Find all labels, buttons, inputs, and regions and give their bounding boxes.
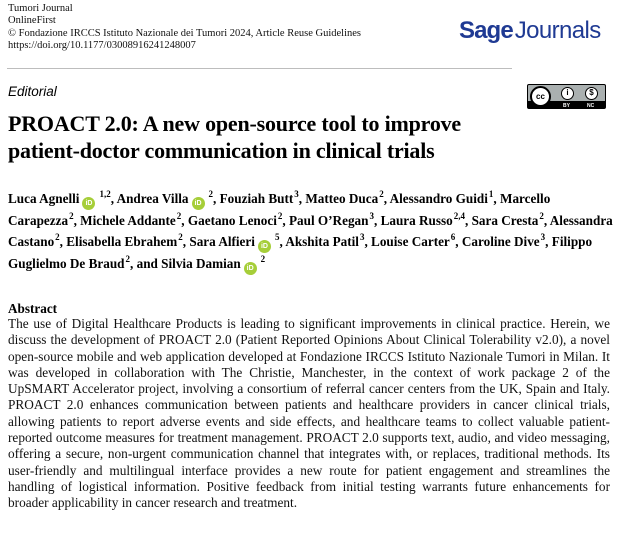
author-name[interactable]: Sara Alfieri — [189, 234, 255, 249]
author[interactable]: Louise Carter6 — [371, 232, 456, 249]
affiliation-number[interactable]: 3 — [541, 232, 546, 242]
publication-status: OnlineFirst — [8, 15, 56, 27]
orcid-icon[interactable]: iD — [257, 240, 271, 254]
journal-name: Tumori Journal — [8, 3, 73, 14]
orcid-icon[interactable]: iD — [191, 197, 205, 210]
author[interactable]: Paul O’Regan3 — [289, 211, 374, 228]
author[interactable]: Fouziah Butt3 — [220, 189, 299, 206]
author[interactable]: Michele Addante2 — [80, 211, 182, 228]
header-divider — [7, 68, 512, 69]
sage-journals-logo[interactable]: SageJournals — [459, 17, 601, 45]
affiliation-number[interactable]: 6 — [451, 232, 456, 242]
article-type: Editorial — [8, 84, 57, 99]
affiliation-number[interactable]: 2 — [539, 211, 544, 221]
affiliation-number[interactable]: 5 — [275, 232, 280, 242]
author-name[interactable]: Matteo Duca — [305, 191, 378, 206]
affiliation-number[interactable]: 2 — [261, 254, 266, 264]
copyright-notice[interactable]: © Fondazione IRCCS Istituto Nazionale de… — [8, 28, 361, 40]
author-name[interactable]: Silvia Damian — [161, 256, 241, 271]
author[interactable]: Gaetano Lenoci2 — [188, 211, 283, 228]
creative-commons-icon: cc — [530, 86, 551, 107]
affiliation-number[interactable]: 2,4 — [454, 211, 465, 221]
author[interactable]: Sara Alfieri iD 5 — [189, 232, 280, 254]
article-metadata: Tumori Journal OnlineFirst © Fondazione … — [8, 3, 361, 53]
affiliation-number[interactable]: 3 — [294, 189, 299, 199]
author[interactable]: Sara Cresta2 — [472, 211, 544, 228]
author[interactable]: Laura Russo2,4 — [381, 211, 465, 228]
author[interactable]: Elisabella Ebrahem2 — [66, 232, 183, 249]
author[interactable]: Andrea Villa iD 2 — [117, 189, 214, 210]
author-name[interactable]: Caroline Dive — [462, 234, 540, 249]
author-name[interactable]: Laura Russo — [381, 213, 453, 228]
non-commercial-icon: $ — [585, 87, 598, 100]
author-name[interactable]: Luca Agnelli — [8, 191, 79, 206]
license-nc-label: NC — [587, 103, 595, 109]
orcid-icon[interactable]: iD — [243, 262, 257, 276]
attribution-icon: i — [561, 87, 574, 100]
affiliation-number[interactable]: 2 — [69, 211, 74, 221]
brand-regular: Journals — [514, 17, 602, 44]
abstract-text: The use of Digital Healthcare Products i… — [8, 316, 610, 511]
doi-link[interactable]: https://doi.org/10.1177/0300891624124800… — [8, 40, 361, 52]
article-title: PROACT 2.0: A new open-source tool to im… — [8, 111, 461, 163]
author-list: Luca Agnelli iD1,2, Andrea Villa iD2, Fouz… — [8, 188, 613, 276]
author-name[interactable]: Louise Carter — [371, 234, 450, 249]
author[interactable]: Caroline Dive3 — [462, 232, 546, 249]
author[interactable]: Alessandro Guidi1 — [390, 189, 494, 206]
author[interactable]: Silvia Damian iD 2 — [161, 254, 266, 276]
affiliation-number[interactable]: 2 — [379, 189, 384, 199]
affiliation-number[interactable]: 2 — [177, 211, 182, 221]
author-name[interactable]: Paul O’Regan — [289, 213, 369, 228]
affiliation-number[interactable]: 2 — [178, 232, 183, 242]
brand-bold: Sage — [459, 17, 514, 44]
author-name[interactable]: Alessandro Guidi — [390, 191, 488, 206]
affiliation-number[interactable]: 3 — [360, 232, 365, 242]
affiliation-number[interactable]: 2 — [126, 254, 131, 264]
affiliation-number[interactable]: 2 — [55, 232, 60, 242]
author-name[interactable]: Akshita Patil — [285, 234, 359, 249]
author-name[interactable]: Sara Cresta — [472, 213, 539, 228]
author-name[interactable]: Andrea Villa — [117, 191, 189, 206]
author[interactable]: Matteo Duca2 — [305, 189, 384, 206]
affiliation-number[interactable]: 1,2 — [99, 189, 110, 199]
license-by-label: BY — [563, 103, 570, 109]
orcid-icon[interactable]: iD — [82, 197, 96, 210]
author-name[interactable]: Fouziah Butt — [220, 191, 294, 206]
author[interactable]: Luca Agnelli iD1,2 — [8, 189, 111, 210]
abstract-heading: Abstract — [8, 301, 58, 316]
author-name[interactable]: Michele Addante — [80, 213, 176, 228]
author-name[interactable]: Elisabella Ebrahem — [66, 234, 177, 249]
cc-by-nc-license-badge[interactable]: cc i $ BY NC — [527, 84, 606, 109]
affiliation-number[interactable]: 2 — [209, 189, 214, 199]
affiliation-number[interactable]: 1 — [489, 189, 494, 199]
affiliation-number[interactable]: 3 — [369, 211, 374, 221]
author-name[interactable]: Gaetano Lenoci — [188, 213, 277, 228]
affiliation-number[interactable]: 2 — [278, 211, 283, 221]
author[interactable]: Akshita Patil3 — [285, 232, 365, 249]
